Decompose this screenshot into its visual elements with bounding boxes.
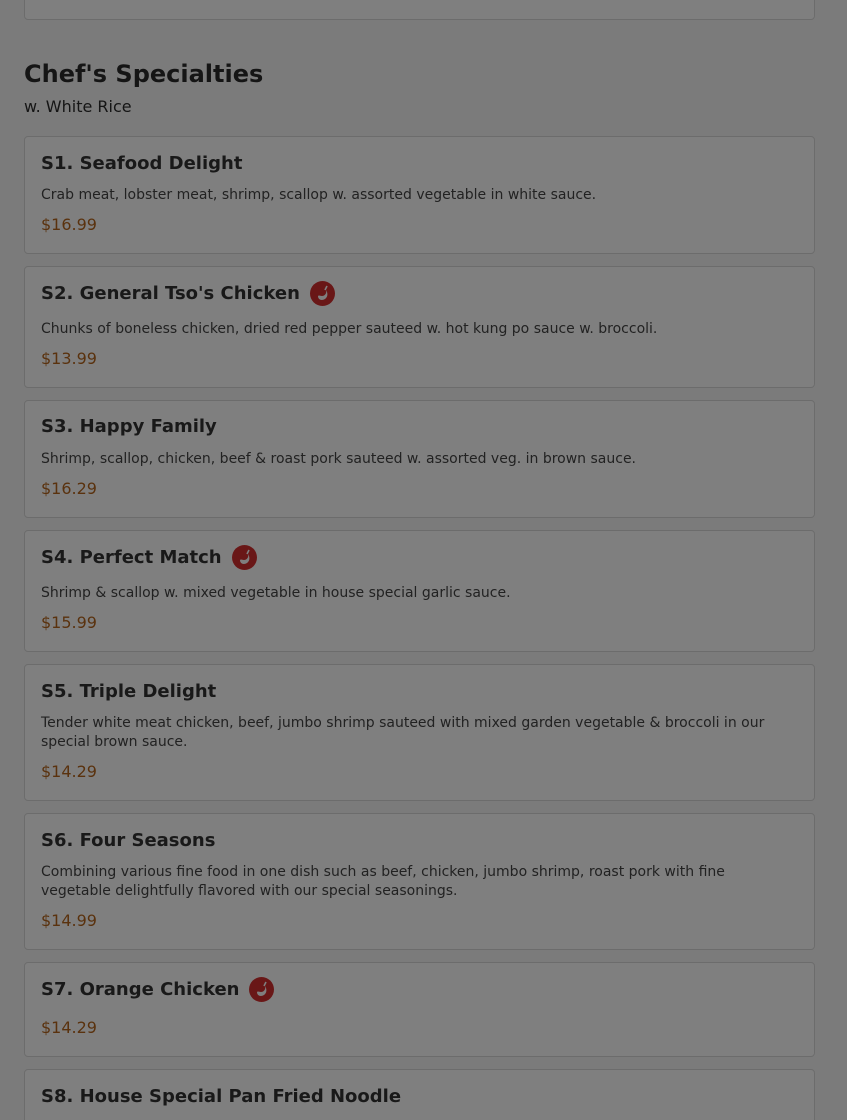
menu-item-card[interactable]: S4. Perfect Match Shrimp & scallop w. mi… <box>24 530 815 652</box>
item-description: Shrimp, scallop, chicken, beef & roast p… <box>41 451 637 467</box>
section-title: Chef's Specialties <box>24 60 264 88</box>
item-price: $15.99 <box>41 613 97 632</box>
item-name: S5. Triple Delight <box>41 681 217 702</box>
item-name-row: S4. Perfect Match <box>41 545 257 570</box>
section-subtitle: w. White Rice <box>24 97 132 116</box>
item-name-row: S2. General Tso's Chicken <box>41 281 335 306</box>
menu-item-card[interactable]: S7. Orange Chicken $14.29 <box>24 962 815 1057</box>
item-name: S1. Seafood Delight <box>41 153 243 174</box>
menu-page: Chef's Specialties w. White Rice S1. Sea… <box>0 0 847 1120</box>
spicy-icon <box>231 545 257 570</box>
item-description: Crab meat, lobster meat, shrimp, scallop… <box>41 187 597 203</box>
menu-item-card[interactable]: S8. House Special Pan Fried Noodle <box>24 1069 815 1120</box>
item-name: S3. Happy Family <box>41 416 217 437</box>
menu-item-card[interactable]: S1. Seafood Delight Crab meat, lobster m… <box>24 136 815 254</box>
item-price: $13.99 <box>41 349 97 368</box>
menu-item-card[interactable]: S5. Triple Delight Tender white meat chi… <box>24 664 815 801</box>
item-description: Chunks of boneless chicken, dried red pe… <box>41 321 658 337</box>
item-price: $16.29 <box>41 479 97 498</box>
spicy-icon <box>249 977 275 1002</box>
item-price: $14.29 <box>41 1018 97 1037</box>
item-name: S6. Four Seasons <box>41 830 216 851</box>
item-price: $16.99 <box>41 215 97 234</box>
previous-item-card[interactable] <box>24 0 815 20</box>
item-price: $14.29 <box>41 762 97 781</box>
item-name: S4. Perfect Match <box>41 546 222 568</box>
item-name-row: S7. Orange Chicken <box>41 977 275 1002</box>
item-description: Combining various fine food in one dish … <box>41 864 725 899</box>
item-price: $14.99 <box>41 911 97 930</box>
item-name: S7. Orange Chicken <box>41 978 240 1000</box>
item-description: Shrimp & scallop w. mixed vegetable in h… <box>41 585 511 601</box>
item-description: Tender white meat chicken, beef, jumbo s… <box>41 715 765 750</box>
menu-item-card[interactable]: S2. General Tso's Chicken Chunks of bone… <box>24 266 815 388</box>
menu-item-card[interactable]: S3. Happy Family Shrimp, scallop, chicke… <box>24 400 815 518</box>
item-name: S2. General Tso's Chicken <box>41 282 300 304</box>
item-name: S8. House Special Pan Fried Noodle <box>41 1086 402 1107</box>
spicy-icon <box>309 281 335 306</box>
menu-item-card[interactable]: S6. Four Seasons Combining various fine … <box>24 813 815 950</box>
